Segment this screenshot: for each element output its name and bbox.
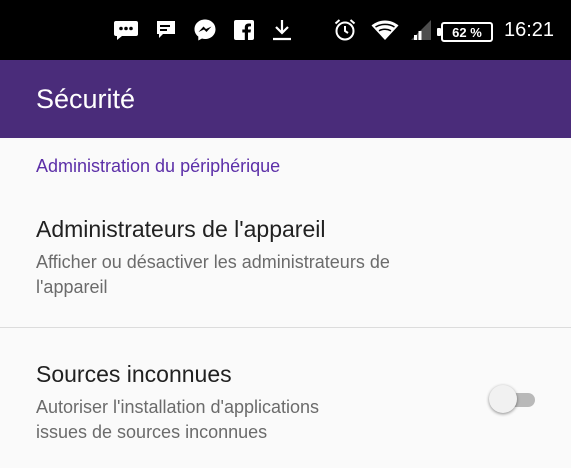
battery-indicator: 62 % [437, 22, 493, 42]
unknown-sources-toggle[interactable] [489, 385, 539, 415]
alarm-icon [332, 0, 358, 60]
sms-icon [111, 0, 141, 60]
download-icon [269, 0, 295, 60]
messenger-icon [191, 0, 219, 60]
toggle-thumb [489, 385, 517, 413]
pref-summary-line: l'appareil [36, 277, 108, 297]
status-bar: 62 % 16:21 [0, 0, 571, 60]
pref-summary-line: issues de sources inconnues [36, 422, 268, 442]
clock: 16:21 [504, 18, 555, 41]
pref-summary-line: Autoriser l'installation d'applications [36, 397, 320, 417]
pref-summary: Autoriser l'installation d'applications … [36, 395, 319, 445]
wifi-icon [370, 0, 400, 60]
pref-unknown-sources[interactable]: Sources inconnues Autoriser l'installati… [0, 328, 571, 468]
page-title: Sécurité [36, 83, 136, 114]
pref-title: Sources inconnues [36, 361, 232, 387]
pref-summary-line: Afficher ou désactiver les administrateu… [36, 252, 390, 272]
pref-summary: Afficher ou désactiver les administrateu… [36, 250, 390, 300]
section-header: Administration du périphérique [36, 156, 281, 176]
app-toolbar: Sécurité [0, 60, 571, 138]
signal-icon [408, 0, 434, 60]
battery-percent: 62 % [452, 24, 482, 40]
facebook-icon [231, 0, 257, 60]
pref-title: Administrateurs de l'appareil [36, 216, 326, 242]
pref-device-administrators[interactable]: Administrateurs de l'appareil Afficher o… [0, 196, 571, 327]
message-icon [153, 0, 179, 60]
